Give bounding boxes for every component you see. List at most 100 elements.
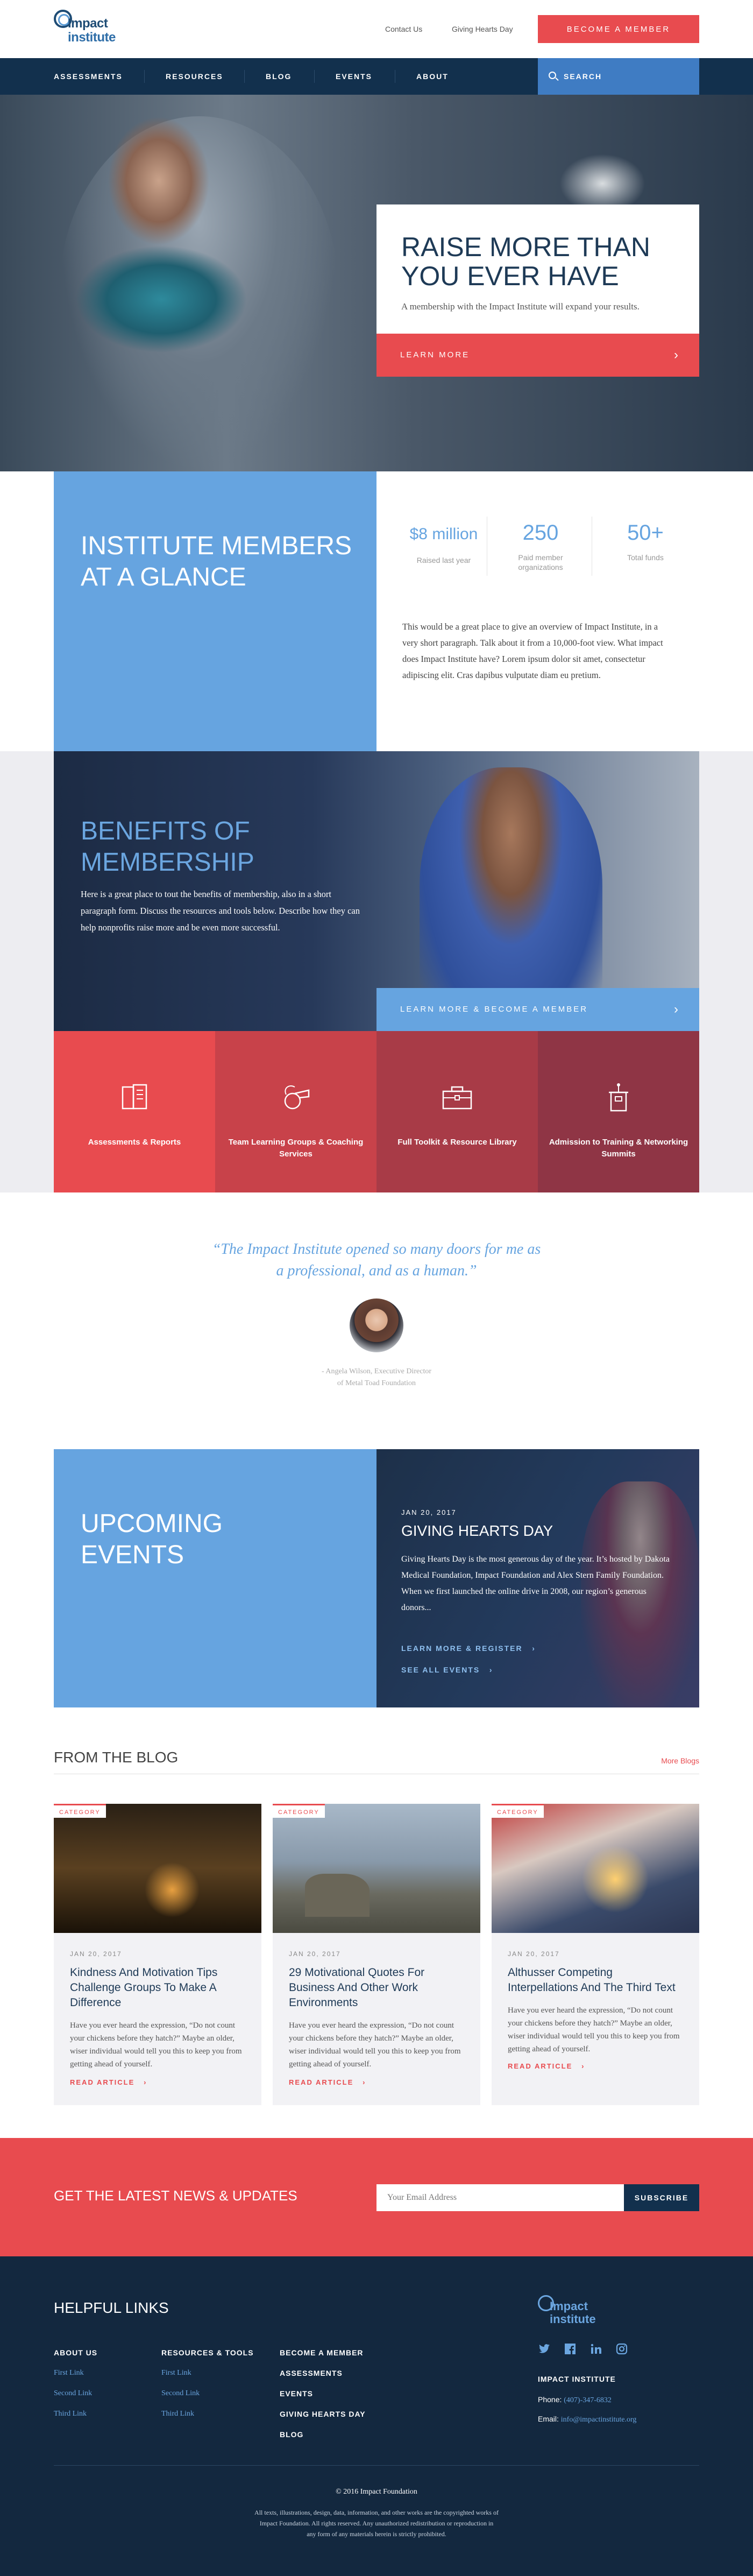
footer-link[interactable]: ASSESSMENTS	[280, 2363, 366, 2383]
search-box[interactable]: SEARCH	[538, 58, 699, 95]
tile-assessments[interactable]: Assessments & Reports	[54, 1031, 215, 1192]
blog-card[interactable]: CATEGORY JAN 20, 2017 29 Motivational Qu…	[273, 1804, 480, 2105]
tile-learning-groups[interactable]: Team Learning Groups & Coaching Services	[215, 1031, 376, 1192]
blog-category[interactable]: CATEGORY	[54, 1804, 106, 1818]
nav-events[interactable]: EVENTS	[336, 58, 372, 95]
more-blogs-link[interactable]: More Blogs	[635, 1756, 699, 1765]
footer-col-head[interactable]: ABOUT US	[54, 2342, 97, 2363]
tile-toolkit[interactable]: Full Toolkit & Resource Library	[376, 1031, 538, 1192]
blog-excerpt: Have you ever heard the expression, “Do …	[70, 2021, 242, 2069]
quote-line2: a professional, and as a human.”	[276, 1262, 477, 1279]
stat-label: Paid member organizations	[518, 553, 563, 571]
nav-about[interactable]: ABOUT	[416, 58, 449, 95]
footer-col-head[interactable]: RESOURCES & TOOLS	[161, 2342, 254, 2363]
chevron-right-icon: ›	[674, 1002, 680, 1017]
facebook-icon[interactable]	[564, 2342, 577, 2355]
nav-divider	[314, 70, 315, 83]
stat-members: 250 Paid member organizations	[487, 521, 594, 572]
become-member-button[interactable]: BECOME A MEMBER	[538, 15, 699, 43]
blog-excerpt: Have you ever heard the expression, “Do …	[508, 2006, 680, 2053]
blog-date: JAN 20, 2017	[289, 1950, 341, 1958]
footer-col-about: ABOUT US First Link Second Link Third Li…	[54, 2342, 97, 2424]
attribution-line1: - Angela Wilson, Executive Director	[321, 1367, 432, 1375]
phone-number[interactable]: (407)-347-6832	[564, 2396, 612, 2404]
event-title: GIVING HEARTS DAY	[401, 1522, 553, 1539]
benefits-title-line1: BENEFITS OF	[81, 817, 250, 845]
hero-title: RAISE MORE THAN YOU EVER HAVE	[401, 232, 650, 291]
footer-link[interactable]: First Link	[161, 2363, 254, 2383]
footer-copyright: © 2016 Impact Foundation	[336, 2488, 417, 2496]
nav-assessments[interactable]: ASSESSMENTS	[54, 58, 123, 95]
twitter-icon[interactable]	[538, 2342, 551, 2355]
giving-hearts-day-link[interactable]: Giving Hearts Day	[452, 25, 513, 33]
blog-card[interactable]: CATEGORY JAN 20, 2017 Althusser Competin…	[492, 1804, 699, 2105]
read-article-link[interactable]: READ ARTICLE ›	[70, 2078, 147, 2086]
instagram-icon[interactable]	[615, 2342, 628, 2355]
hero-learn-more-button[interactable]: LEARN MORE ›	[376, 334, 699, 377]
email-address[interactable]: info@impactinstitute.org	[561, 2416, 637, 2424]
hero-scarf-shape	[75, 245, 247, 353]
footer-link[interactable]: Second Link	[161, 2383, 254, 2404]
read-article-link[interactable]: READ ARTICLE ›	[508, 2062, 585, 2070]
blog-post-title[interactable]: Kindness And Motivation Tips Challenge G…	[70, 1965, 247, 2010]
footer-link[interactable]: EVENTS	[280, 2383, 366, 2404]
blog-category[interactable]: CATEGORY	[273, 1804, 325, 1818]
stat-label: Total funds	[627, 553, 664, 562]
email-label: Email:	[538, 2415, 559, 2423]
learn-more-become-member-button[interactable]: LEARN MORE & BECOME A MEMBER ›	[376, 988, 699, 1031]
tile-admission[interactable]: Admission to Training & Networking Summi…	[538, 1031, 699, 1192]
footer-link[interactable]: GIVING HEARTS DAY	[280, 2404, 366, 2424]
chevron-right-icon: ›	[483, 1665, 493, 1674]
search-icon	[549, 72, 556, 79]
blog-category[interactable]: CATEGORY	[492, 1804, 544, 1818]
footer-link[interactable]: BECOME A MEMBER	[280, 2342, 366, 2363]
footer-link[interactable]: BLOG	[280, 2424, 366, 2445]
read-article-link[interactable]: READ ARTICLE ›	[289, 2078, 366, 2086]
chevron-right-icon: ›	[525, 1644, 536, 1653]
chevron-right-icon: ›	[674, 348, 680, 362]
footer: HELPFUL LINKS ABOUT US First Link Second…	[0, 2256, 753, 2576]
contact-us-link[interactable]: Contact Us	[385, 25, 422, 33]
search-label: SEARCH	[564, 72, 602, 81]
logo-line2: institute	[550, 2312, 596, 2326]
legal-line1: All texts, illustrations, design, data, …	[254, 2509, 499, 2516]
footer-link[interactable]: First Link	[54, 2363, 97, 2383]
blog-image	[54, 1804, 261, 1933]
whistle-icon	[284, 1085, 310, 1110]
stat-value: $8 million	[409, 525, 478, 543]
hero-button-label: LEARN MORE	[400, 350, 470, 359]
footer-org-name: IMPACT INSTITUTE	[538, 2375, 616, 2383]
learn-more-register-link[interactable]: LEARN MORE & REGISTER ›	[401, 1644, 536, 1653]
footer-link[interactable]: Second Link	[54, 2383, 97, 2404]
blog-image	[492, 1804, 699, 1933]
glance-panel: INSTITUTE MEMBERS AT A GLANCE	[54, 471, 376, 751]
linkedin-icon[interactable]	[589, 2342, 602, 2355]
blog-date: JAN 20, 2017	[70, 1950, 122, 1958]
logo-line1: Impact	[550, 2299, 588, 2313]
events-title-line1: UPCOMING	[81, 1509, 223, 1538]
footer-link[interactable]: Third Link	[161, 2404, 254, 2424]
hero-face-shape	[108, 116, 210, 245]
benefits-button-label: LEARN MORE & BECOME A MEMBER	[400, 1005, 588, 1014]
hero-title-line2: YOU EVER HAVE	[401, 261, 619, 291]
nav-divider	[144, 70, 145, 83]
legal-line3: any form of any materials herein is stri…	[307, 2530, 446, 2538]
subscribe-button[interactable]: SUBSCRIBE	[624, 2184, 699, 2211]
glance-title: INSTITUTE MEMBERS AT A GLANCE	[81, 531, 352, 593]
blog-image-light	[140, 1858, 204, 1922]
see-all-events-link[interactable]: SEE ALL EVENTS ›	[401, 1665, 493, 1674]
footer-logo[interactable]: Impact institute	[538, 2295, 613, 2327]
footer-col-resources: RESOURCES & TOOLS First Link Second Link…	[161, 2342, 254, 2424]
site-logo[interactable]: Impact institute	[54, 10, 129, 47]
email-input[interactable]	[376, 2184, 624, 2211]
stat-funds: 50+ Total funds	[592, 521, 699, 562]
events-panel: UPCOMING EVENTS	[54, 1449, 376, 1707]
footer-legal: All texts, illustrations, design, data, …	[215, 2507, 538, 2539]
blog-post-title[interactable]: Althusser Competing Interpellations And …	[508, 1965, 685, 1995]
newsletter-section: GET THE LATEST NEWS & UPDATES SUBSCRIBE	[0, 2138, 753, 2256]
blog-post-title[interactable]: 29 Motivational Quotes For Business And …	[289, 1965, 466, 2010]
blog-card[interactable]: CATEGORY JAN 20, 2017 Kindness And Motiv…	[54, 1804, 261, 2105]
nav-blog[interactable]: BLOG	[266, 58, 292, 95]
nav-resources[interactable]: RESOURCES	[166, 58, 223, 95]
footer-link[interactable]: Third Link	[54, 2404, 97, 2424]
